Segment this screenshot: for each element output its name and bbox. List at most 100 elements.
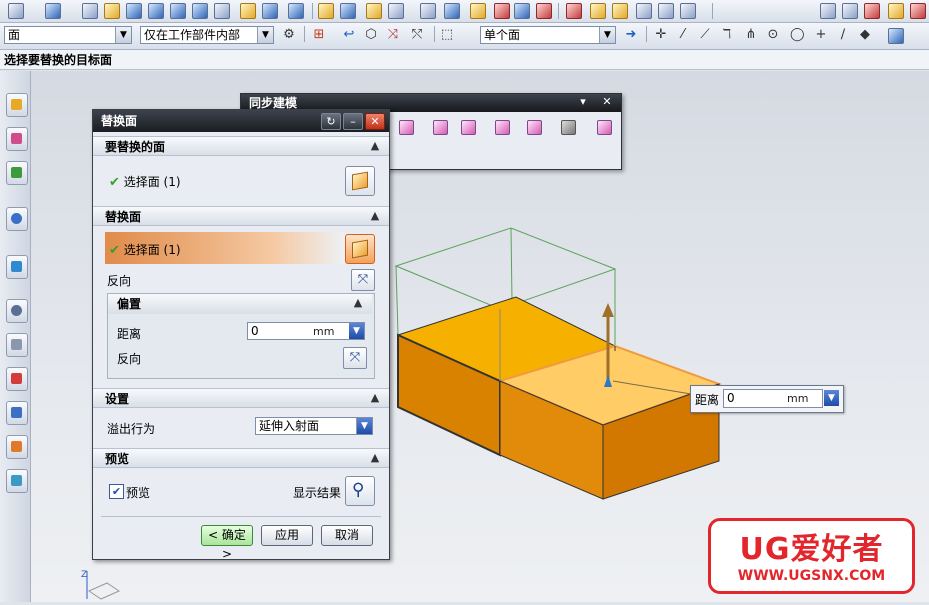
select-face-button[interactable] bbox=[345, 166, 375, 196]
group-header-settings[interactable]: 设置 ▲ bbox=[93, 388, 389, 408]
part-navigator-button[interactable] bbox=[6, 161, 28, 185]
surface-icon[interactable] bbox=[842, 3, 858, 19]
history-button[interactable] bbox=[6, 299, 28, 323]
overflow-select[interactable]: 延伸入射面 ▼ bbox=[255, 417, 373, 435]
chevron-down-icon[interactable]: ▼ bbox=[115, 27, 131, 43]
show-result-button[interactable]: ⚲ bbox=[345, 476, 375, 506]
reuse-library-button[interactable] bbox=[6, 207, 28, 231]
move-face-icon[interactable] bbox=[318, 3, 334, 19]
point-on-curve-icon[interactable]: ∕ bbox=[836, 28, 850, 42]
hd3d-tools-button[interactable] bbox=[6, 255, 28, 279]
radial-dimension-icon[interactable] bbox=[536, 3, 552, 19]
select-face-replace-row[interactable]: ✔ 选择面 (1) bbox=[109, 241, 181, 258]
replace-face-icon[interactable] bbox=[495, 120, 510, 135]
angular-dimension-icon[interactable] bbox=[514, 3, 530, 19]
offset-region-icon[interactable] bbox=[461, 120, 476, 135]
bounding-box-icon[interactable] bbox=[888, 28, 904, 44]
process-studio-button[interactable] bbox=[6, 367, 28, 391]
selection-scope-select[interactable]: 仅在工作部件内部 ▼ bbox=[140, 26, 274, 44]
minimize-icon[interactable]: – bbox=[343, 113, 363, 130]
sketch-icon[interactable] bbox=[82, 3, 98, 19]
resize-blend-icon[interactable] bbox=[527, 120, 542, 135]
chevron-up-icon[interactable]: ▲ bbox=[369, 140, 381, 152]
intersection-icon[interactable]: ⋔ bbox=[744, 28, 758, 42]
edge-blend-icon[interactable] bbox=[214, 3, 230, 19]
revolve-icon[interactable] bbox=[148, 3, 164, 19]
apply-button[interactable]: 应用 bbox=[261, 525, 313, 546]
chevron-down-icon[interactable]: ▼ bbox=[349, 323, 364, 339]
group-header-target[interactable]: 要替换的面 ▲ bbox=[93, 136, 389, 156]
chevron-up-icon[interactable]: ▲ bbox=[369, 210, 381, 222]
snap-icon[interactable]: ⬡ bbox=[364, 28, 378, 42]
pan-icon[interactable] bbox=[636, 3, 652, 19]
component-filter-icon[interactable]: ⚙ bbox=[282, 28, 296, 42]
move-face-icon[interactable] bbox=[399, 120, 414, 135]
chevron-up-icon[interactable]: ▲ bbox=[369, 392, 381, 404]
zoom-icon[interactable] bbox=[590, 3, 606, 19]
preview-checkbox[interactable]: ✔ bbox=[109, 484, 124, 499]
pick-icon[interactable]: ⤨ bbox=[386, 28, 400, 42]
group-header-preview[interactable]: 预览 ▲ bbox=[93, 448, 389, 468]
trim-body-icon[interactable] bbox=[288, 3, 304, 19]
control-point-icon[interactable]: ℸ bbox=[720, 28, 734, 42]
endpoint-icon[interactable]: ⁄ bbox=[676, 28, 690, 42]
assembly-icon[interactable] bbox=[888, 3, 904, 19]
deselect-icon[interactable]: ⤲ bbox=[410, 28, 424, 42]
snap-point-icon[interactable]: ✛ bbox=[654, 28, 668, 42]
chevron-down-icon[interactable]: ▾ bbox=[575, 95, 591, 109]
extrude-icon[interactable] bbox=[126, 3, 142, 19]
analysis-icon[interactable] bbox=[864, 3, 880, 19]
resize-blend-icon[interactable] bbox=[420, 3, 436, 19]
face-rule-select[interactable]: 单个面 ▼ bbox=[480, 26, 616, 44]
group-header-offset[interactable]: 偏置 ▲ bbox=[108, 294, 372, 314]
arrow-up-icon[interactable] bbox=[602, 303, 614, 317]
synchronous-icon[interactable] bbox=[820, 3, 836, 19]
block-icon[interactable] bbox=[45, 3, 61, 19]
render-style-icon[interactable] bbox=[658, 3, 674, 19]
pull-face-icon[interactable] bbox=[433, 120, 448, 135]
delete-face-icon[interactable] bbox=[561, 120, 576, 135]
offset-reverse-button[interactable]: ⤧ bbox=[343, 347, 367, 369]
system-scenes-button[interactable] bbox=[6, 469, 28, 493]
new-file-icon[interactable] bbox=[8, 3, 24, 19]
delete-face-icon[interactable] bbox=[444, 3, 460, 19]
close-icon[interactable]: ✕ bbox=[599, 95, 615, 109]
pull-face-icon[interactable] bbox=[340, 3, 356, 19]
assembly-navigator-button[interactable] bbox=[6, 93, 28, 117]
constraint-navigator-button[interactable] bbox=[6, 127, 28, 151]
undo-select-icon[interactable]: ↩ bbox=[342, 28, 356, 42]
arc-center-icon[interactable]: ⊙ bbox=[766, 28, 780, 42]
quadrant-icon[interactable]: ◯ bbox=[790, 28, 805, 42]
replace-face-icon[interactable] bbox=[388, 3, 404, 19]
constrain-face-icon[interactable] bbox=[470, 3, 486, 19]
chamfer-icon[interactable] bbox=[240, 3, 256, 19]
group-header-replace[interactable]: 替换面 ▲ bbox=[93, 206, 389, 226]
options-icon[interactable] bbox=[910, 3, 926, 19]
offset-region-icon[interactable] bbox=[366, 3, 382, 19]
cancel-button[interactable]: 取消 bbox=[321, 525, 373, 546]
chevron-down-icon[interactable]: ▼ bbox=[599, 27, 615, 43]
rotate-view-icon[interactable] bbox=[612, 3, 628, 19]
reverse-direction-button[interactable]: ⤧ bbox=[351, 269, 375, 291]
midpoint-icon[interactable]: ⟋ bbox=[698, 28, 712, 42]
hole-icon[interactable] bbox=[192, 3, 208, 19]
type-filter-select[interactable]: 面 ▼ bbox=[4, 26, 132, 44]
select-face-target-row[interactable]: ✔ 选择面 (1) bbox=[109, 173, 181, 190]
shell-icon[interactable] bbox=[262, 3, 278, 19]
chevron-down-icon[interactable]: ▼ bbox=[356, 418, 372, 434]
linear-dimension-icon[interactable] bbox=[494, 3, 510, 19]
system-materials-button[interactable] bbox=[6, 333, 28, 357]
chevron-down-icon[interactable]: ▼ bbox=[824, 390, 839, 406]
manufacturing-wizards-button[interactable] bbox=[6, 401, 28, 425]
fit-view-icon[interactable] bbox=[566, 3, 582, 19]
arrow-right-icon[interactable]: ➜ bbox=[624, 28, 638, 42]
select-face-button-active[interactable] bbox=[345, 234, 375, 264]
rectangle-select-icon[interactable]: ⬚ bbox=[440, 28, 454, 42]
chevron-up-icon[interactable]: ▲ bbox=[369, 452, 381, 464]
boolean-icon[interactable] bbox=[170, 3, 186, 19]
chevron-down-icon[interactable]: ▼ bbox=[257, 27, 273, 43]
datum-icon[interactable] bbox=[104, 3, 120, 19]
close-icon[interactable]: ✕ bbox=[365, 113, 385, 130]
ok-button[interactable]: < 确定 > bbox=[201, 525, 253, 561]
reset-icon[interactable]: ↻ bbox=[321, 113, 341, 130]
